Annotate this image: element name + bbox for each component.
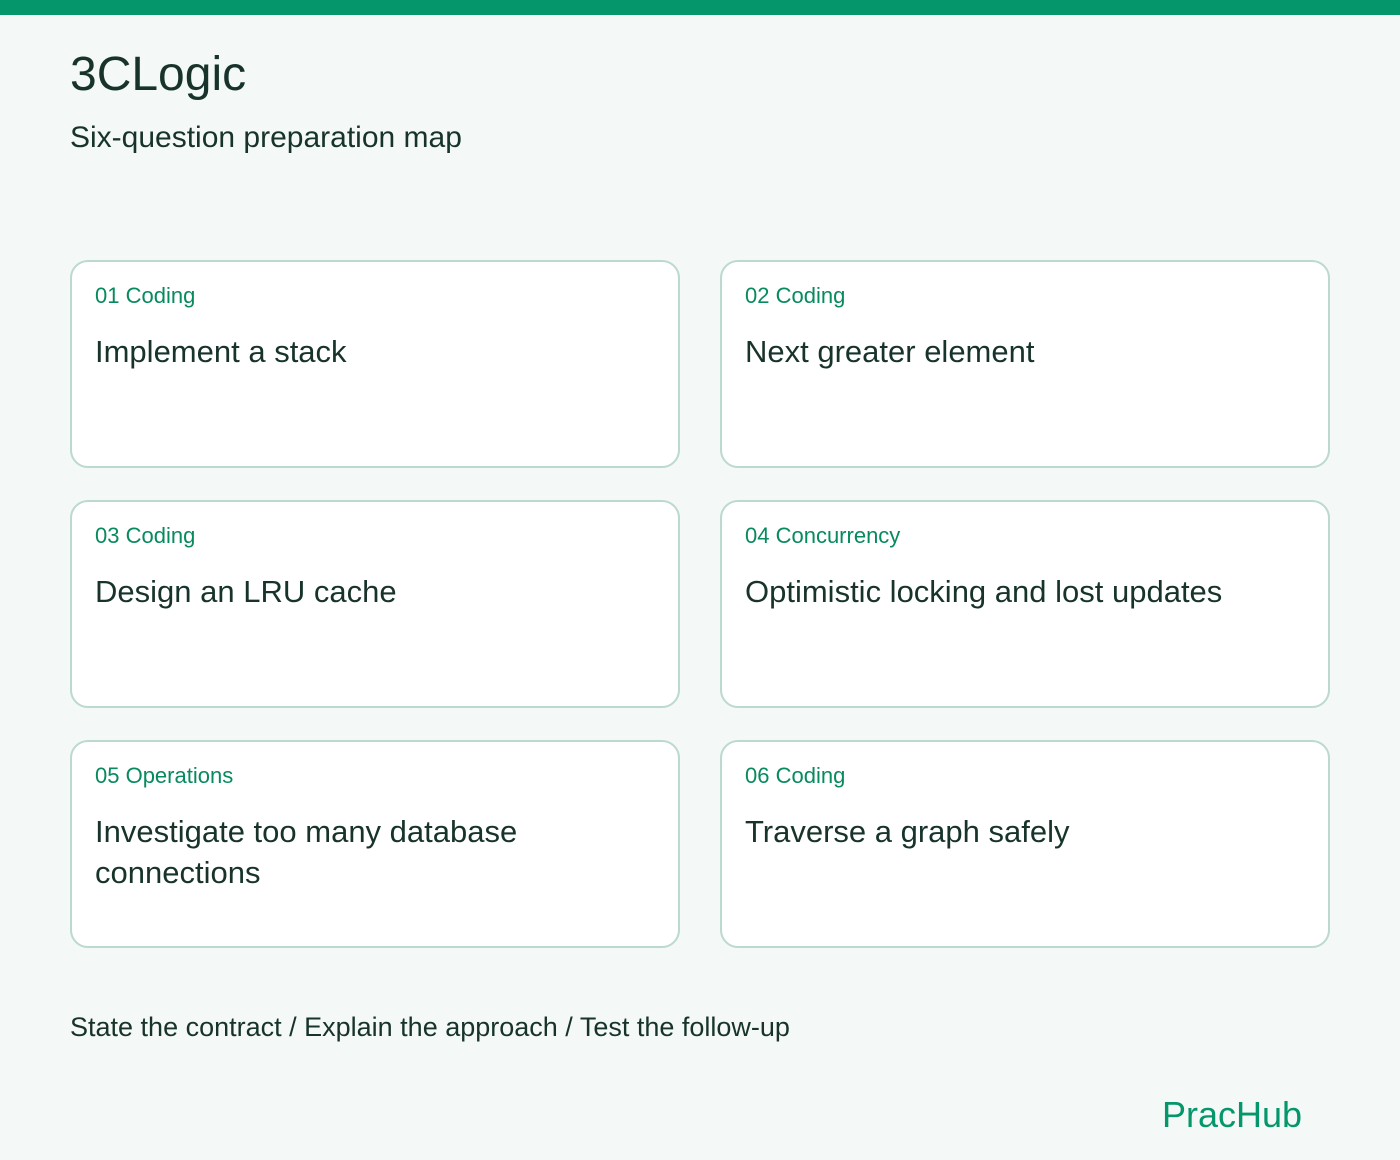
question-title: Next greater element: [745, 334, 1035, 369]
page-title: 3CLogic: [70, 48, 247, 101]
top-accent-bar: [0, 0, 1400, 15]
question-card-03[interactable]: 03 Coding Design an LRU cache: [70, 500, 680, 708]
question-card-06[interactable]: 06 Coding Traverse a graph safely: [720, 740, 1330, 948]
question-tag: 03 Coding: [95, 523, 196, 548]
question-title: Traverse a graph safely: [745, 814, 1070, 849]
question-tag: 04 Concurrency: [745, 523, 901, 548]
question-title: Implement a stack: [95, 334, 347, 369]
question-tag: 06 Coding: [745, 763, 846, 788]
question-card-01[interactable]: 01 Coding Implement a stack: [70, 260, 680, 468]
preparation-steps: State the contract / Explain the approac…: [70, 1012, 790, 1042]
brand-logo-text: PracHub: [1161, 1094, 1302, 1135]
question-title: Optimistic locking and lost updates: [745, 574, 1223, 609]
question-title: Investigate too many database connection…: [95, 814, 518, 890]
question-grid: 01 Coding Implement a stack 02 Coding Ne…: [70, 260, 1330, 948]
question-card-04[interactable]: 04 Concurrency Optimistic locking and lo…: [720, 500, 1330, 708]
question-tag: 02 Coding: [745, 283, 846, 308]
question-card-05[interactable]: 05 Operations Investigate too many datab…: [70, 740, 680, 948]
page-subtitle: Six-question preparation map: [70, 121, 462, 154]
question-title: Design an LRU cache: [95, 574, 397, 609]
question-tag: 05 Operations: [95, 763, 234, 788]
question-card-02[interactable]: 02 Coding Next greater element: [720, 260, 1330, 468]
question-tag: 01 Coding: [95, 283, 196, 308]
